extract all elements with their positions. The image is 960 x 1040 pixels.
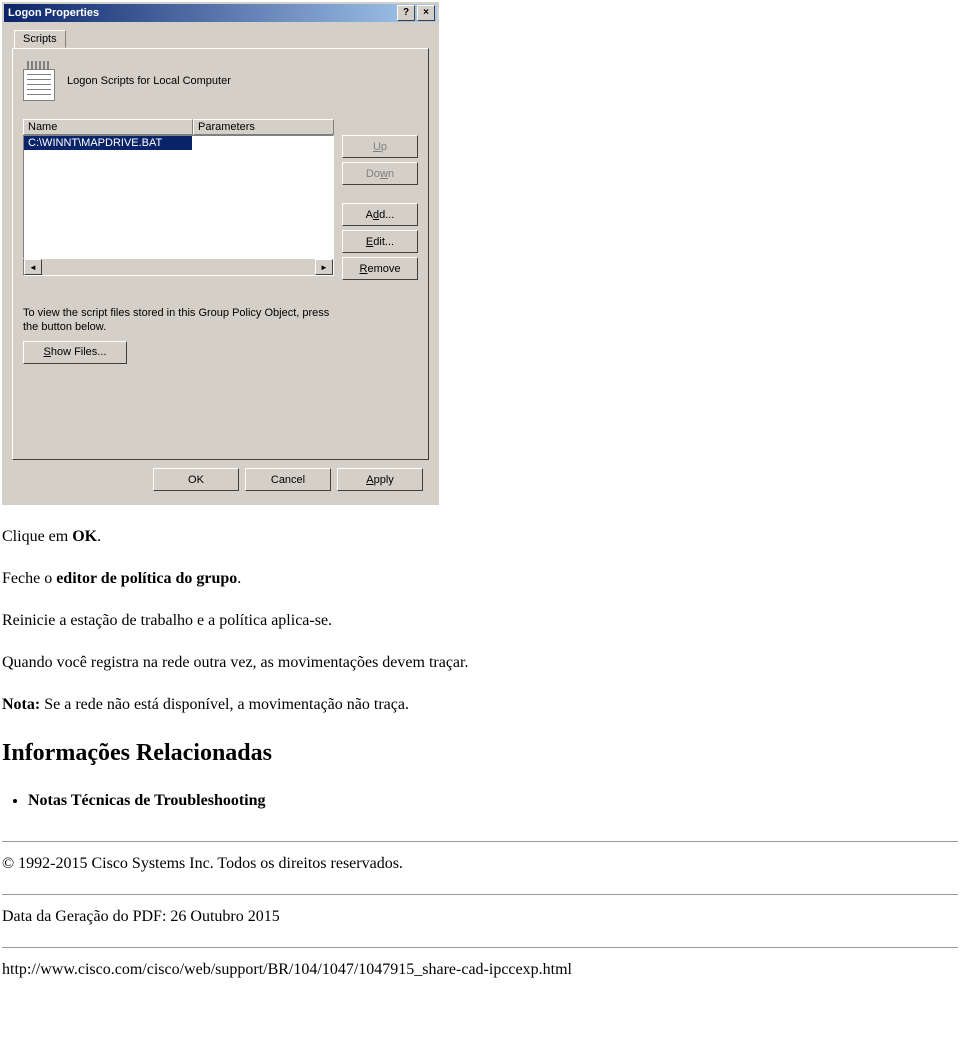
scroll-left-button[interactable]: ◄: [24, 259, 42, 275]
script-icon: [23, 61, 55, 101]
titlebar: Logon Properties ? ×: [4, 4, 437, 22]
heading-related-info: Informações Relacionadas: [2, 735, 958, 771]
troubleshooting-link[interactable]: Notas Técnicas de Troubleshooting: [28, 792, 266, 809]
list-item: Notas Técnicas de Troubleshooting: [28, 789, 958, 813]
show-files-button[interactable]: Show Files...: [23, 341, 127, 364]
para-click-ok: Clique em OK.: [2, 525, 958, 549]
divider: [2, 894, 958, 895]
window-title: Logon Properties: [6, 7, 99, 19]
titlebar-buttons: ? ×: [397, 5, 435, 21]
scripts-listbox: Name Parameters C:\WINNT\MAPDRIVE.BAT ◄ …: [23, 119, 334, 280]
close-button[interactable]: ×: [417, 5, 435, 21]
copyright: © 1992-2015 Cisco Systems Inc. Todos os …: [2, 852, 958, 876]
down-button[interactable]: Down: [342, 162, 418, 185]
ok-button[interactable]: OK: [153, 468, 239, 491]
para-restart: Reinicie a estação de trabalho e a polít…: [2, 609, 958, 633]
divider: [2, 841, 958, 842]
remove-button[interactable]: Remove: [342, 257, 418, 280]
panel-header-label: Logon Scripts for Local Computer: [67, 75, 231, 87]
dialog-body: Scripts Logon Scripts for Local Computer…: [4, 22, 437, 503]
column-header-parameters[interactable]: Parameters: [193, 119, 334, 135]
para-login-again: Quando você registra na rede outra vez, …: [2, 651, 958, 675]
panel-header: Logon Scripts for Local Computer: [23, 61, 418, 101]
column-header-name[interactable]: Name: [23, 119, 193, 135]
logon-properties-dialog-screenshot: Logon Properties ? × Scripts Logon Scrip…: [2, 2, 439, 505]
up-button[interactable]: Up: [342, 135, 418, 158]
list-side-buttons: Up Down Add... Edit... Remove: [342, 119, 418, 280]
generation-date: Data da Geração do PDF: 26 Outubro 2015: [2, 905, 958, 929]
info-text: To view the script files stored in this …: [23, 306, 333, 335]
apply-button[interactable]: Apply: [337, 468, 423, 491]
add-button[interactable]: Add...: [342, 203, 418, 226]
scroll-right-button[interactable]: ►: [315, 259, 333, 275]
para-close-editor: Feche o editor de política do grupo.: [2, 567, 958, 591]
list-row[interactable]: C:\WINNT\MAPDRIVE.BAT: [24, 136, 333, 150]
row-name: C:\WINNT\MAPDRIVE.BAT: [24, 136, 192, 150]
edit-button[interactable]: Edit...: [342, 230, 418, 253]
document-body: Clique em OK. Feche o editor de política…: [0, 505, 960, 1040]
column-headers: Name Parameters: [23, 119, 334, 135]
row-parameters: [192, 136, 200, 150]
tab-strip: Scripts: [12, 28, 429, 48]
list-content[interactable]: C:\WINNT\MAPDRIVE.BAT: [23, 135, 334, 259]
dialog-footer: OK Cancel Apply: [12, 460, 429, 495]
horizontal-scrollbar[interactable]: ◄ ►: [23, 259, 334, 276]
divider: [2, 947, 958, 948]
window-frame: Logon Properties ? × Scripts Logon Scrip…: [2, 2, 439, 505]
tab-scripts[interactable]: Scripts: [14, 30, 66, 48]
tab-panel: Logon Scripts for Local Computer Name Pa…: [12, 48, 429, 460]
source-url: http://www.cisco.com/cisco/web/support/B…: [2, 958, 958, 982]
scripts-list-area: Name Parameters C:\WINNT\MAPDRIVE.BAT ◄ …: [23, 119, 418, 280]
show-files-row: Show Files...: [23, 341, 418, 364]
cancel-button[interactable]: Cancel: [245, 468, 331, 491]
help-button[interactable]: ?: [397, 5, 415, 21]
related-list: Notas Técnicas de Troubleshooting: [2, 789, 958, 813]
para-note: Nota: Se a rede não está disponível, a m…: [2, 693, 958, 717]
